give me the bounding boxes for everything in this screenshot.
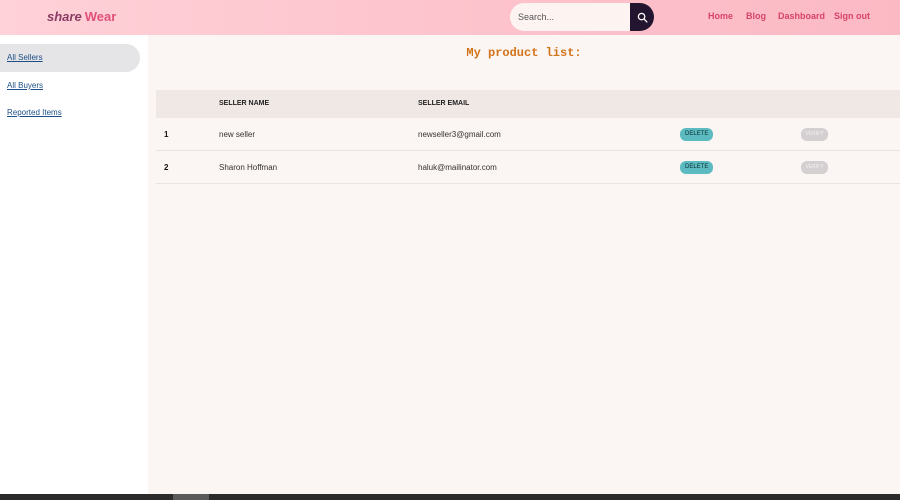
nav-signout-link[interactable]: Sign out (834, 11, 870, 21)
row-index: 2 (164, 163, 169, 172)
brand-part-wear: Wear (84, 9, 117, 24)
delete-button[interactable]: Delete (680, 128, 714, 141)
bottom-taskbar (0, 494, 900, 500)
seller-email: haluk@mailinator.com (418, 163, 497, 172)
sidebar-item-all-sellers[interactable]: All Sellers (0, 44, 140, 72)
nav-dashboard-link[interactable]: Dashboard (778, 11, 825, 21)
sidebar-item-reported-items[interactable]: Reported Items (0, 99, 140, 127)
search-button[interactable] (630, 3, 654, 31)
sellers-table: Seller name Seller email 1 new seller ne… (156, 90, 900, 184)
verify-button[interactable]: Verify (801, 161, 828, 174)
table-row: 1 new seller newseller3@gmail.com Delete… (156, 118, 900, 151)
brand-part-share: share (47, 9, 82, 24)
page-title: My product list: (466, 46, 582, 60)
nav-home-link[interactable]: Home (708, 11, 733, 21)
top-navbar: shareWear Home Blog Dashboard Sign out (0, 0, 900, 35)
search-bar (510, 3, 654, 31)
seller-name: new seller (219, 130, 256, 139)
search-icon (637, 12, 648, 23)
nav-blog-link[interactable]: Blog (746, 11, 766, 21)
sidebar-item-all-buyers[interactable]: All Buyers (0, 72, 140, 100)
verify-button[interactable]: Verify (801, 128, 828, 141)
column-header-seller-name: Seller name (219, 100, 270, 107)
delete-button[interactable]: Delete (680, 161, 714, 174)
column-header-seller-email: Seller email (418, 100, 470, 107)
main-content: My product list: Seller name Seller emai… (148, 35, 900, 494)
row-index: 1 (164, 130, 169, 139)
table-row: 2 Sharon Hoffman haluk@mailinator.com De… (156, 151, 900, 184)
sidebar: All Sellers All Buyers Reported Items (0, 35, 148, 494)
seller-email: newseller3@gmail.com (418, 130, 501, 139)
search-input[interactable] (510, 3, 630, 31)
seller-name: Sharon Hoffman (219, 163, 278, 172)
table-header: Seller name Seller email (156, 90, 900, 118)
taskbar-tab[interactable] (173, 494, 209, 500)
brand-logo[interactable]: share Wear (47, 9, 116, 24)
